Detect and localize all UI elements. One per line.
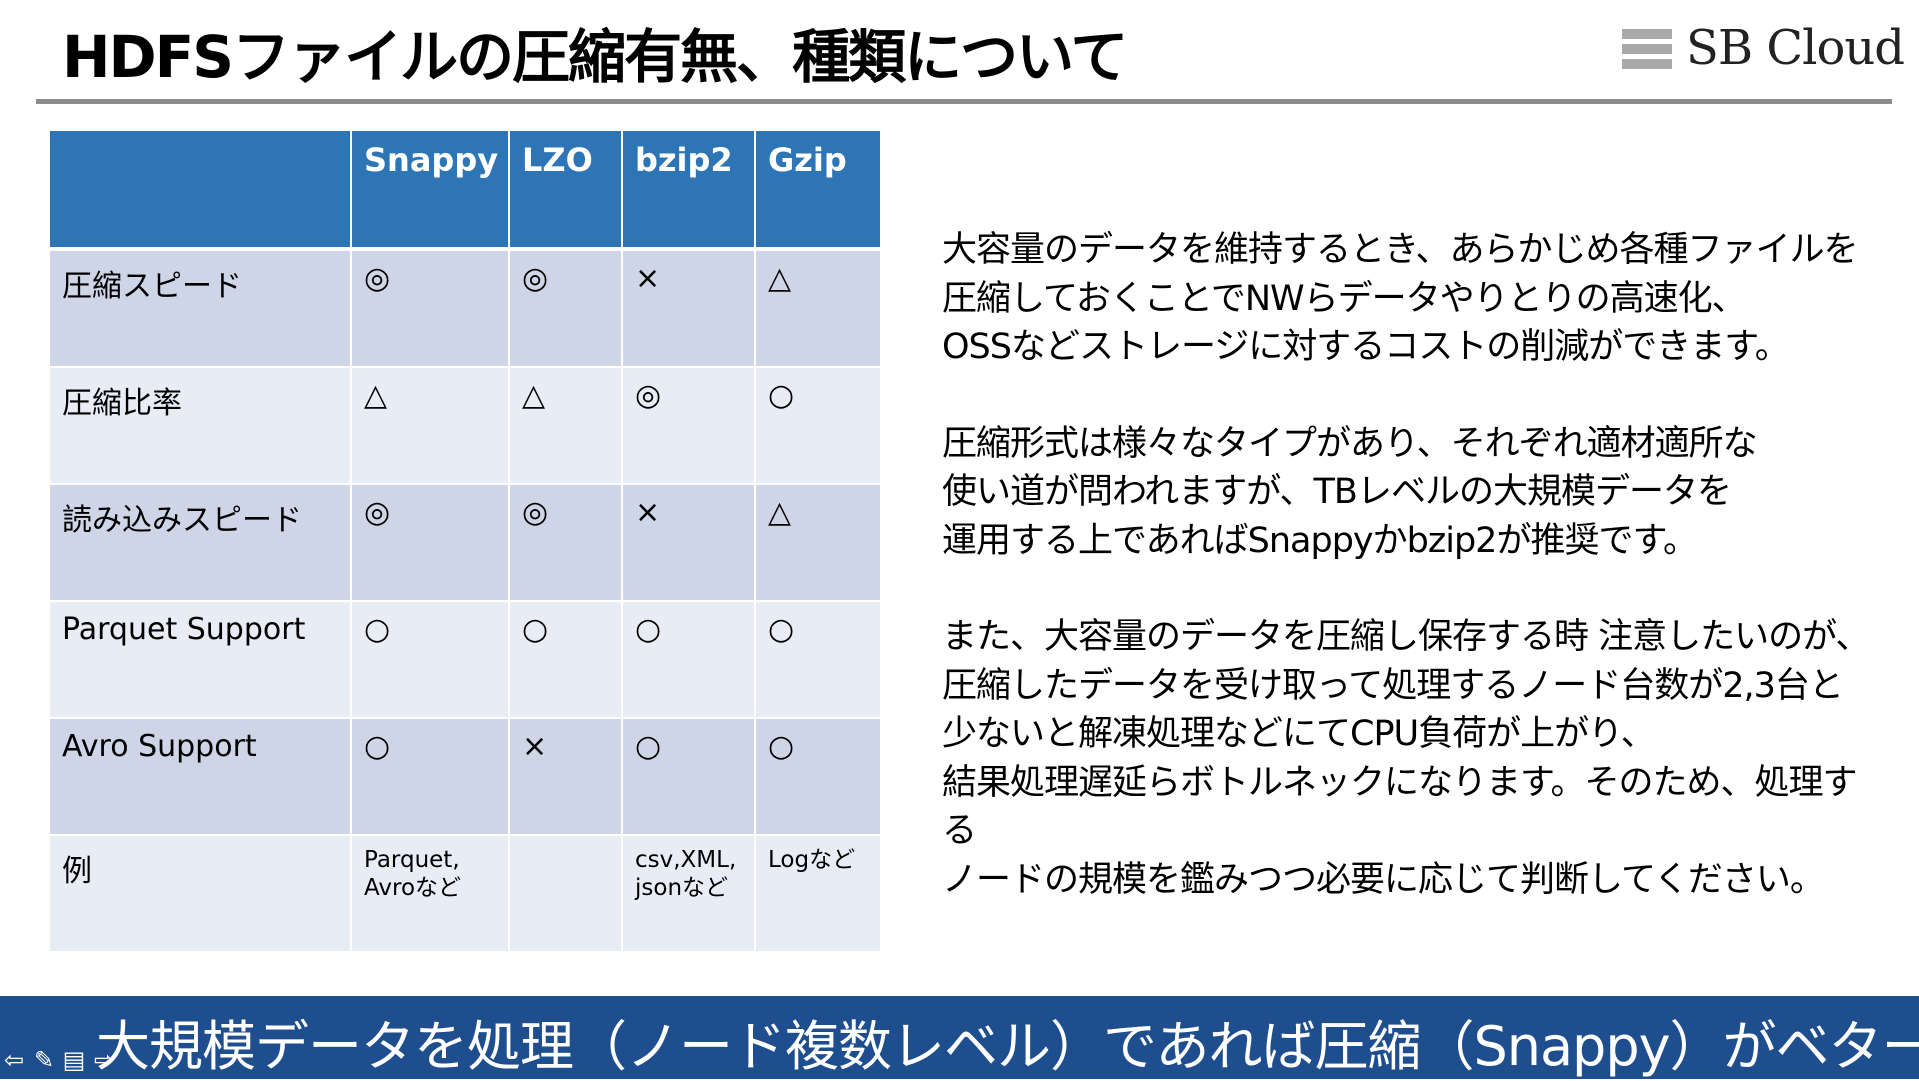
table-header-row: Snappy LZO bzip2 Gzip (48, 129, 882, 251)
table-cell: ○ (350, 717, 510, 836)
table-cell (508, 834, 623, 953)
logo-mark-icon (1622, 29, 1672, 69)
row-label: 圧縮比率 (48, 366, 352, 485)
table-cell: ◎ (350, 483, 510, 602)
table-cell: ◎ (508, 483, 623, 602)
table-cell: Parquet, Avroなど (350, 834, 510, 953)
description-paragraph-1: 大容量のデータを維持するとき、あらかじめ各種ファイルを 圧縮しておくことでNWら… (942, 230, 1859, 367)
row-label: 圧縮スピード (48, 248, 352, 368)
table-row: 圧縮比率 △ △ ◎ ○ (48, 366, 882, 485)
table-cell: ◎ (621, 366, 756, 485)
row-label: 例 (48, 834, 352, 953)
description-paragraph-3: また、大容量のデータを圧縮し保存する時 注意したいのが、 圧縮したデータを受け取… (942, 617, 1870, 900)
menu-icon[interactable]: ▤ (60, 1046, 88, 1074)
conclusion-banner: 大規模データを処理（ノード複数レベル）であれば圧縮（Snappy）がベター (0, 996, 1919, 1079)
pen-icon[interactable]: ✎ (30, 1046, 58, 1074)
compression-comparison-table: Snappy LZO bzip2 Gzip 圧縮スピード ◎ ◎ × △ 圧縮比… (48, 129, 882, 953)
row-label: 読み込みスピード (48, 483, 352, 602)
logo-text: SB Cloud (1686, 20, 1905, 76)
table-row: Avro Support ○ × ○ ○ (48, 717, 882, 836)
banner-text: 大規模データを処理（ノード複数レベル）であれば圧縮（Snappy）がベター (96, 1015, 1919, 1078)
table-cell: × (621, 483, 756, 602)
table-cell: ○ (621, 600, 756, 719)
table-cell: × (508, 717, 623, 836)
header-gzip: Gzip (754, 129, 882, 251)
header-corner (48, 129, 352, 251)
row-label: Avro Support (48, 717, 352, 836)
next-slide-icon[interactable]: ⇨ (90, 1046, 118, 1074)
table-row: 圧縮スピード ◎ ◎ × △ (48, 248, 882, 368)
table-cell: △ (754, 248, 882, 368)
table-cell: △ (350, 366, 510, 485)
header-lzo: LZO (508, 129, 623, 251)
prev-slide-icon[interactable]: ⇦ (0, 1046, 28, 1074)
table-cell: △ (508, 366, 623, 485)
table-cell: ○ (754, 600, 882, 719)
table-row: 例 Parquet, Avroなど csv,XML, jsonなど Logなど (48, 834, 882, 953)
table-cell: ○ (754, 717, 882, 836)
row-label: Parquet Support (48, 600, 352, 719)
table-cell: ○ (508, 600, 623, 719)
header-bzip2: bzip2 (621, 129, 756, 251)
table-cell: Logなど (754, 834, 882, 953)
table-cell: △ (754, 483, 882, 602)
table-cell: ○ (621, 717, 756, 836)
table-cell: × (621, 248, 756, 368)
header-snappy: Snappy (350, 129, 510, 251)
description-text: 大容量のデータを維持するとき、あらかじめ各種ファイルを 圧縮しておくことでNWら… (942, 226, 1872, 952)
slide-title: HDFSファイルの圧縮有無、種類について (62, 23, 1128, 91)
table-cell: ○ (754, 366, 882, 485)
table-cell: ◎ (508, 248, 623, 368)
table-cell: ○ (350, 600, 510, 719)
table-row: Parquet Support ○ ○ ○ ○ (48, 600, 882, 719)
table-cell: csv,XML, jsonなど (621, 834, 756, 953)
description-paragraph-2: 圧縮形式は様々なタイプがあり、それぞれ適材適所な 使い道が問われますが、TBレベ… (942, 423, 1758, 561)
title-divider (36, 99, 1892, 104)
table-row: 読み込みスピード ◎ ◎ × △ (48, 483, 882, 602)
slideshow-nav: ⇦ ✎ ▤ ⇨ (0, 1046, 118, 1078)
table-cell: ◎ (350, 248, 510, 368)
